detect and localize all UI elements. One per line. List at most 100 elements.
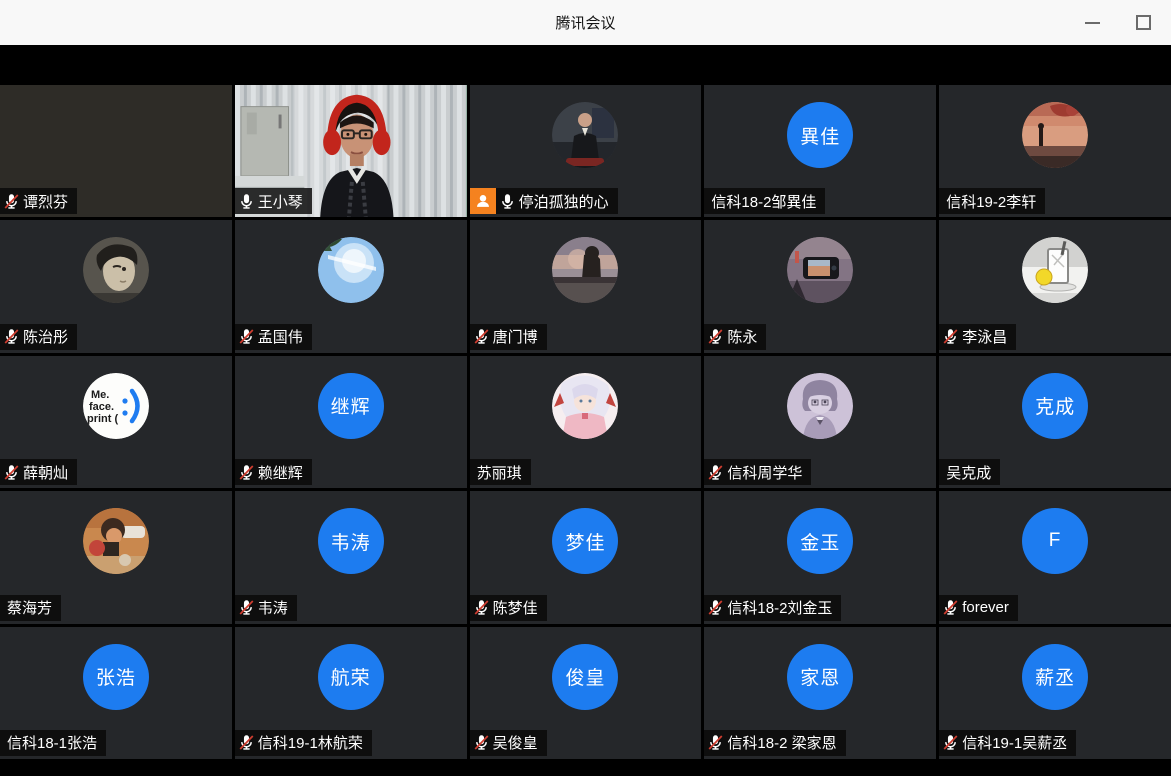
participant-name: 孟国伟 xyxy=(257,329,303,347)
name-label: 信科18-1张浩 xyxy=(0,729,107,756)
mic-muted-icon xyxy=(238,599,255,616)
participant-tile[interactable]: 韦涛 韦涛 xyxy=(234,491,467,624)
participant-labelbar: 孟国伟 xyxy=(234,323,312,350)
participant-tile[interactable]: Me. face. print ( 薛朝灿 xyxy=(0,355,232,489)
minimize-button[interactable] xyxy=(1085,21,1100,24)
participant-name: 薛朝灿 xyxy=(23,464,69,482)
participant-name: 李泳昌 xyxy=(962,329,1008,347)
participant-tile[interactable]: 谭烈芬 xyxy=(0,85,232,218)
participant-labelbar: 信科19-1吴薪丞 xyxy=(939,729,1077,756)
name-label: forever xyxy=(939,594,1018,621)
participant-tile[interactable]: 李泳昌 xyxy=(939,220,1171,353)
participant-tile[interactable]: 蔡海芳 xyxy=(0,491,232,624)
participant-name: 韦涛 xyxy=(257,600,288,618)
top-letterbox xyxy=(0,45,1171,85)
name-label: 信科18-2 梁家恩 xyxy=(704,729,846,756)
avatar-initials: 韦涛 xyxy=(317,508,384,575)
avatar-initials: 航荣 xyxy=(317,643,384,710)
avatar-initials: F xyxy=(1022,508,1089,575)
svg-text:face.: face. xyxy=(89,401,114,413)
participant-tile[interactable]: 航荣 信科19-1林航荣 xyxy=(234,626,467,759)
participant-labelbar: 信科18-2邹異佳 xyxy=(704,188,826,215)
mic-muted-icon xyxy=(3,193,20,210)
maximize-button[interactable] xyxy=(1136,15,1151,30)
mic-muted-icon xyxy=(238,734,255,751)
avatar-initials: 金玉 xyxy=(787,508,854,575)
participant-tile[interactable]: 孟国伟 xyxy=(234,220,467,353)
participant-name: 王小琴 xyxy=(257,193,303,211)
participant-labelbar: 信科18-1张浩 xyxy=(0,729,107,756)
name-label: 孟国伟 xyxy=(234,323,312,350)
participant-tile[interactable]: 信科19-2李轩 xyxy=(939,85,1171,218)
name-label: 信科19-1林航荣 xyxy=(234,729,372,756)
participant-tile[interactable]: 異佳 信科18-2邹異佳 xyxy=(704,85,937,218)
participant-tile[interactable]: 克成 吴克成 xyxy=(939,355,1171,489)
avatar-photo xyxy=(787,237,854,304)
avatar-initials: 薪丞 xyxy=(1022,643,1089,710)
bottom-letterbox xyxy=(0,759,1171,776)
participant-tile[interactable]: 俊皇 吴俊皇 xyxy=(469,626,702,759)
mic-muted-icon xyxy=(238,464,255,481)
titlebar: 腾讯会议 xyxy=(0,0,1171,45)
avatar-photo xyxy=(82,237,149,304)
participant-tile[interactable]: 陈永 xyxy=(704,220,937,353)
mic-muted-icon xyxy=(942,328,959,345)
participant-name: 陈永 xyxy=(727,329,758,347)
participant-tile[interactable]: 家恩 信科18-2 梁家恩 xyxy=(704,626,937,759)
participant-name: 信科18-1张浩 xyxy=(7,735,98,753)
participant-name: 信科19-2李轩 xyxy=(946,193,1037,211)
participant-name: 信科周学华 xyxy=(727,464,803,482)
mic-muted-icon xyxy=(942,599,959,616)
participant-tile[interactable]: 薪丞 信科19-1吴薪丞 xyxy=(939,626,1171,759)
participant-labelbar: 陈治彤 xyxy=(0,323,78,350)
participant-name: 信科19-1吴薪丞 xyxy=(962,735,1068,753)
person-badge-icon xyxy=(469,188,496,215)
participant-tile[interactable]: F forever xyxy=(939,491,1171,624)
participant-labelbar: 谭烈芬 xyxy=(0,188,78,215)
name-label: 陈梦佳 xyxy=(469,594,547,621)
participant-tile[interactable]: 继辉 赖继辉 xyxy=(234,355,467,489)
name-label: 停泊孤独的心 xyxy=(495,188,618,215)
participant-tile[interactable]: 张浩 信科18-1张浩 xyxy=(0,626,232,759)
avatar-photo xyxy=(82,508,149,575)
participant-labelbar: 蔡海芳 xyxy=(0,594,62,621)
avatar-initials: 家恩 xyxy=(787,643,854,710)
participant-labelbar: 陈永 xyxy=(704,323,767,350)
participant-name: 吴俊皇 xyxy=(492,735,538,753)
participant-name: 吴克成 xyxy=(946,464,992,482)
participant-tile[interactable]: 王小琴 xyxy=(234,85,467,218)
participant-tile[interactable]: 苏丽琪 xyxy=(469,355,702,489)
participant-tile[interactable]: 停泊孤独的心 xyxy=(469,85,702,218)
name-label: 薛朝灿 xyxy=(0,459,78,486)
participant-tile[interactable]: 梦佳 陈梦佳 xyxy=(469,491,702,624)
mic-on-icon xyxy=(238,193,255,210)
name-label: 王小琴 xyxy=(234,188,312,215)
avatar-initials: 俊皇 xyxy=(552,643,619,710)
avatar-initials: 異佳 xyxy=(787,102,854,168)
participant-labelbar: 薛朝灿 xyxy=(0,459,78,486)
participant-name: 信科19-1林航荣 xyxy=(257,735,363,753)
name-label: 赖继辉 xyxy=(234,459,312,486)
avatar-initials: 张浩 xyxy=(82,643,149,710)
name-label: 唐门博 xyxy=(469,323,547,350)
mic-muted-icon xyxy=(238,328,255,345)
participant-name: 苏丽琪 xyxy=(476,464,522,482)
avatar-photo xyxy=(552,102,619,168)
name-label: 信科周学华 xyxy=(704,459,812,486)
participant-tile[interactable]: 信科周学华 xyxy=(704,355,937,489)
participant-tile[interactable]: 金玉 信科18-2刘金玉 xyxy=(704,491,937,624)
avatar-photo xyxy=(552,372,619,439)
participant-name: 信科18-2 梁家恩 xyxy=(727,735,837,753)
participant-name: 蔡海芳 xyxy=(7,600,53,618)
participant-name: 陈治彤 xyxy=(23,329,69,347)
mic-muted-icon xyxy=(473,734,490,751)
participant-labelbar: 信科19-2李轩 xyxy=(939,188,1046,215)
tencent-meeting-window: 腾讯会议 谭烈芬 王小琴 停泊孤独的心 異佳 信科18-2邹異佳 信科19-2李… xyxy=(0,0,1171,776)
participant-labelbar: 唐门博 xyxy=(469,323,547,350)
participant-tile[interactable]: 陈治彤 xyxy=(0,220,232,353)
participant-name: 停泊孤独的心 xyxy=(518,193,609,211)
mic-on-icon xyxy=(499,193,516,210)
participant-tile[interactable]: 唐门博 xyxy=(469,220,702,353)
mic-muted-icon xyxy=(473,599,490,616)
participant-labelbar: 停泊孤独的心 xyxy=(469,188,618,215)
